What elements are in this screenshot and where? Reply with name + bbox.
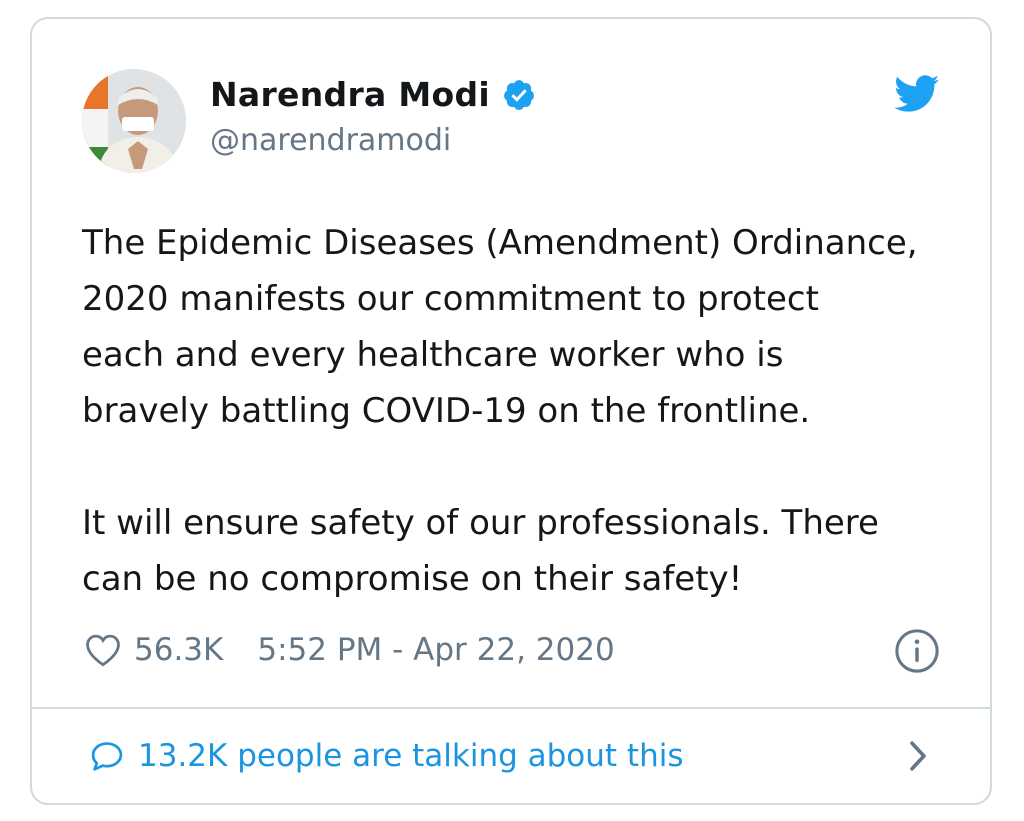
avatar-image	[82, 69, 186, 173]
author-display-name[interactable]: Narendra Modi	[210, 75, 490, 114]
chevron-right-icon[interactable]	[906, 739, 930, 773]
verified-badge-icon	[504, 79, 534, 110]
talking-count-link[interactable]: 13.2K people are talking about this	[138, 738, 906, 774]
author-name-row: Narendra Modi	[210, 75, 536, 114]
info-icon	[895, 629, 939, 673]
conversation-link[interactable]: 13.2K people are talking about this	[32, 709, 990, 803]
tweet-text: The Epidemic Diseases (Amendment) Ordina…	[82, 223, 918, 599]
tweet-card: Narendra Modi @narendramodi The Epidemic…	[30, 17, 992, 805]
speech-bubble-icon	[91, 742, 123, 771]
author-handle[interactable]: @narendramodi	[210, 123, 451, 158]
tweet-meta-row: 56.3K 5:52 PM - Apr 22, 2020	[84, 625, 940, 675]
tweet-timestamp[interactable]: 5:52 PM - Apr 22, 2020	[257, 632, 614, 668]
tweet-header: Narendra Modi @narendramodi	[32, 19, 990, 189]
info-button[interactable]	[894, 628, 940, 674]
twitter-logo[interactable]	[894, 75, 940, 113]
twitter-bird-icon	[894, 75, 940, 112]
avatar[interactable]	[82, 69, 186, 173]
heart-icon[interactable]	[84, 633, 122, 667]
like-count[interactable]: 56.3K	[134, 632, 223, 668]
